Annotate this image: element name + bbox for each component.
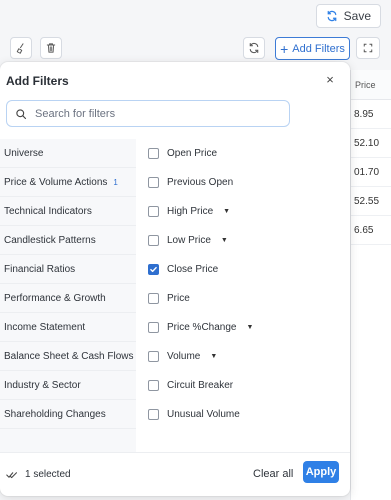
option-price-change[interactable]: Price %Change ▼ [136, 313, 350, 342]
delete-button[interactable] [40, 37, 62, 59]
category-list: Universe Price & Volume Actions 1 Technic… [0, 139, 136, 452]
option-label: Previous Open [167, 177, 234, 188]
option-label: Price %Change [167, 322, 237, 333]
search-icon [16, 108, 27, 119]
category-price-volume-actions[interactable]: Price & Volume Actions 1 [0, 168, 136, 197]
category-label: Technical Indicators [4, 205, 92, 217]
background-price-column: Price 8.95 52.10 01.70 52.55 6.65 [350, 70, 391, 500]
option-label: High Price [167, 206, 214, 217]
modal-title: Add Filters [6, 74, 69, 88]
price-cell: 8.95 [351, 100, 391, 129]
checkbox[interactable] [148, 148, 159, 159]
save-sync-icon [327, 10, 336, 22]
category-candlestick-patterns[interactable]: Candlestick Patterns [0, 226, 136, 255]
refresh-button[interactable] [243, 37, 265, 59]
trash-icon [46, 43, 56, 53]
expand-icon [363, 43, 373, 53]
category-label: Income Statement [4, 321, 86, 333]
category-label: Financial Ratios [4, 263, 76, 275]
option-close-price[interactable]: Close Price [136, 255, 350, 284]
option-price[interactable]: Price [136, 284, 350, 313]
category-technical-indicators[interactable]: Technical Indicators [0, 197, 136, 226]
add-filters-button[interactable]: + Add Filters [275, 37, 350, 60]
category-label: Price & Volume Actions [4, 176, 108, 188]
checkmark-icon [150, 266, 157, 273]
selected-count-badge: 1 [113, 177, 118, 187]
category-label: Balance Sheet & Cash Flows [4, 350, 134, 362]
refresh-icon [249, 42, 259, 54]
top-bar: Save [0, 0, 391, 34]
checkbox[interactable] [148, 293, 159, 304]
option-circuit-breaker[interactable]: Circuit Breaker [136, 371, 350, 400]
category-label: Candlestick Patterns [4, 234, 96, 246]
broom-button[interactable] [10, 37, 32, 59]
checkbox[interactable] [148, 235, 159, 246]
double-check-icon [6, 472, 18, 479]
clear-all-button[interactable]: Clear all [253, 468, 293, 480]
add-filters-label: Add Filters [292, 42, 345, 55]
option-volume[interactable]: Volume ▼ [136, 342, 350, 371]
category-universe[interactable]: Universe [0, 139, 136, 168]
close-icon[interactable]: × [323, 72, 337, 87]
option-unusual-volume[interactable]: Unusual Volume [136, 400, 350, 429]
category-label: Industry & Sector [4, 379, 81, 391]
category-balance-sheet-cash-flows[interactable]: Balance Sheet & Cash Flows [0, 342, 136, 371]
more-button[interactable] [356, 37, 380, 59]
category-shareholding-changes[interactable]: Shareholding Changes [0, 400, 136, 429]
chevron-down-icon[interactable]: ▼ [223, 208, 230, 215]
category-income-statement[interactable]: Income Statement [0, 313, 136, 342]
option-high-price[interactable]: High Price ▼ [136, 197, 350, 226]
option-label: Unusual Volume [167, 409, 240, 420]
chevron-down-icon[interactable]: ▼ [221, 237, 228, 244]
search-input[interactable] [35, 107, 289, 120]
category-industry-sector[interactable]: Industry & Sector [0, 371, 136, 400]
category-label: Performance & Growth [4, 292, 106, 304]
toolbar: + Add Filters [0, 34, 391, 62]
price-cell: 6.65 [351, 216, 391, 245]
checkbox[interactable] [148, 380, 159, 391]
price-column-header: Price [351, 70, 391, 100]
save-button[interactable]: Save [315, 4, 381, 28]
price-cell: 52.10 [351, 129, 391, 158]
option-label: Open Price [167, 148, 218, 159]
option-previous-open[interactable]: Previous Open [136, 168, 350, 197]
category-financial-ratios[interactable]: Financial Ratios [0, 255, 136, 284]
category-label: Universe [4, 147, 44, 159]
option-label: Volume [167, 351, 201, 362]
option-label: Close Price [167, 264, 219, 275]
modal-footer: 1 selected Clear all Apply [0, 457, 350, 492]
apply-button[interactable]: Apply [303, 461, 339, 483]
option-low-price[interactable]: Low Price ▼ [136, 226, 350, 255]
save-button-label: Save [343, 9, 371, 23]
search-box[interactable] [6, 100, 290, 127]
option-label: Low Price [167, 235, 211, 246]
price-cell: 01.70 [351, 158, 391, 187]
selected-count: 1 selected [25, 469, 71, 480]
chevron-down-icon[interactable]: ▼ [210, 353, 217, 360]
checkbox[interactable] [148, 351, 159, 362]
category-label: Shareholding Changes [4, 408, 106, 420]
chevron-down-icon[interactable]: ▼ [246, 324, 253, 331]
option-label: Circuit Breaker [167, 380, 234, 391]
checkbox-checked[interactable] [148, 264, 159, 275]
footer-divider [0, 452, 350, 453]
add-filters-modal: Add Filters × Universe Price & Volume Ac… [0, 62, 350, 496]
price-cell: 52.55 [351, 187, 391, 216]
option-open-price[interactable]: Open Price [136, 139, 350, 168]
checkbox[interactable] [148, 409, 159, 420]
checkbox[interactable] [148, 206, 159, 217]
broom-icon [16, 43, 24, 54]
option-label: Price [167, 293, 190, 304]
checkbox[interactable] [148, 322, 159, 333]
checkbox[interactable] [148, 177, 159, 188]
plus-icon: + [280, 40, 289, 57]
category-performance-growth[interactable]: Performance & Growth [0, 284, 136, 313]
filter-option-list: Open Price Previous Open High Price ▼ Lo… [136, 139, 350, 452]
